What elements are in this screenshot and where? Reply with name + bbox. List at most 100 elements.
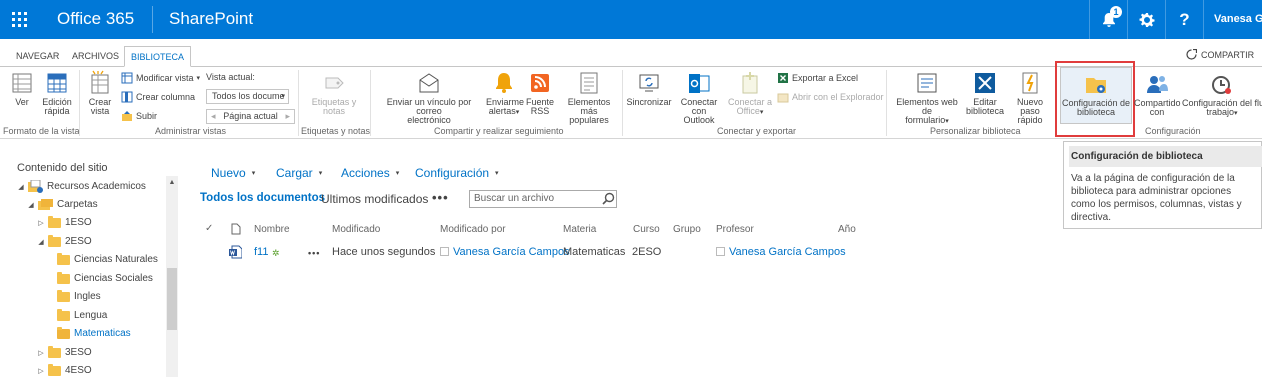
crear-columna-button[interactable]: Crear columna <box>121 91 195 103</box>
annotation-highlight-box <box>1055 61 1135 137</box>
search-icon[interactable] <box>602 192 615 205</box>
tree-item-label: Matematicas <box>74 328 131 339</box>
folder-icon <box>57 308 70 321</box>
tab-navegar[interactable]: NAVEGAR <box>10 46 65 67</box>
crear-vista-button[interactable]: Crear vista <box>85 70 115 116</box>
collapsed-arrow-icon[interactable]: ▷ <box>38 367 44 375</box>
waffle-icon <box>12 12 27 27</box>
configuracion-command[interactable]: Configuración ▾ <box>415 166 499 180</box>
expanded-arrow-icon[interactable]: ◢ <box>28 201 34 209</box>
current-page-label: Página actual <box>223 111 278 121</box>
alertas-label-2: alertas <box>488 106 516 116</box>
editar-biblioteca-button[interactable]: Editar biblioteca <box>966 70 1004 116</box>
sharepoint-title[interactable]: SharePoint <box>169 9 253 29</box>
current-view-select[interactable]: Todos los docume ▾ <box>206 89 289 104</box>
tree-item-label: Carpetas <box>57 199 98 210</box>
chevron-down-icon: ▾ <box>495 170 499 177</box>
prev-page-icon[interactable]: ◂ <box>211 110 216 123</box>
view-list-icon <box>12 73 32 93</box>
scroll-up-icon[interactable]: ▲ <box>166 179 178 186</box>
view-todos-documentos[interactable]: Todos los documentos <box>200 192 325 204</box>
profesor-link[interactable]: Vanesa García Campos <box>729 246 846 258</box>
tree-item-recursos[interactable]: ◢ Recursos Academicos <box>18 180 146 193</box>
app-launcher-button[interactable] <box>0 0 39 39</box>
next-page-icon[interactable]: ▸ <box>285 110 290 123</box>
expanded-arrow-icon[interactable]: ◢ <box>18 183 24 191</box>
tree-item-label: Lengua <box>74 310 108 321</box>
user-menu[interactable]: Vanesa Ga <box>1203 0 1262 39</box>
column-curso[interactable]: Curso <box>633 224 660 235</box>
select-all-checkmark[interactable]: ✓ <box>205 223 213 234</box>
tree-item-carpetas[interactable]: ◢ Carpetas <box>28 198 98 211</box>
elementos-populares-button[interactable]: Elementos más populares <box>558 70 620 125</box>
tree-item-1eso[interactable]: ▷ 1ESO <box>38 215 92 228</box>
help-button[interactable]: ? <box>1165 0 1203 39</box>
notifications-button[interactable]: 1 <box>1089 0 1127 39</box>
office365-link[interactable]: Office 365 <box>57 9 134 29</box>
collapsed-arrow-icon[interactable]: ▷ <box>38 219 44 227</box>
presence-indicator <box>440 247 449 256</box>
column-profesor[interactable]: Profesor <box>716 224 754 235</box>
nav-scrollbar-thumb[interactable] <box>167 268 177 330</box>
settings-button[interactable] <box>1127 0 1165 39</box>
expanded-arrow-icon[interactable]: ◢ <box>38 238 44 246</box>
subir-button[interactable]: Subir <box>121 110 157 122</box>
ver-button[interactable]: Ver <box>7 70 37 107</box>
site-contents-link[interactable]: Contenido del sitio <box>17 162 108 174</box>
column-grupo[interactable]: Grupo <box>673 224 701 235</box>
tree-item-matematicas[interactable]: Matematicas <box>57 326 131 339</box>
tab-archivos[interactable]: ARCHIVOS <box>66 46 125 67</box>
view-ultimos-modificados[interactable]: Ultimos modificados <box>321 192 428 206</box>
modificado-por-link[interactable]: Vanesa García Campos <box>453 246 570 258</box>
tree-item-ingles[interactable]: Ingles <box>57 289 101 302</box>
outlook-label-1: Conectar con <box>680 97 718 116</box>
etiquetas-notas-button[interactable]: Etiquetas y notas <box>308 70 360 116</box>
current-view-value: Todos los docume <box>212 91 285 101</box>
tree-item-label: Recursos Academicos <box>47 181 146 192</box>
column-materia[interactable]: Materia <box>563 224 596 235</box>
tree-item-lengua[interactable]: Lengua <box>57 308 108 321</box>
chevron-down-icon: ▾ <box>1234 110 1238 117</box>
edicion-rapida-button[interactable]: Edición rápida <box>41 70 73 116</box>
nuevo-command[interactable]: Nuevo ▾ <box>211 166 255 180</box>
tree-item-ciencias-sociales[interactable]: Ciencias Sociales <box>57 271 153 284</box>
column-modificado[interactable]: Modificado <box>332 224 380 235</box>
tree-item-4eso[interactable]: ▷ 4ESO <box>38 363 92 376</box>
fuente-rss-button[interactable]: Fuente RSS <box>525 70 555 116</box>
abrir-explorador-button[interactable]: Abrir con el Explorador <box>777 91 884 103</box>
enviarme-alertas-button[interactable]: Enviarme alertas▾ <box>486 70 524 117</box>
conectar-outlook-button[interactable]: Conectar con Outlook <box>673 70 725 125</box>
tree-item-label: Ingles <box>74 291 101 302</box>
tree-item-2eso[interactable]: ◢ 2ESO <box>38 234 92 247</box>
chevron-down-icon: ▾ <box>759 109 764 116</box>
file-name-link[interactable]: f11 <box>254 246 268 258</box>
item-menu-button[interactable]: ••• <box>308 248 320 258</box>
conectar-office-button[interactable]: Conectar a Office▾ <box>727 70 773 117</box>
compartido-con-button[interactable]: Compartido con <box>1134 71 1181 117</box>
tree-item-3eso[interactable]: ▷ 3ESO <box>38 345 92 358</box>
configuracion-flujo-button[interactable]: Configuración del flu trabajo▾ <box>1182 71 1262 118</box>
cargar-command[interactable]: Cargar ▾ <box>276 166 322 180</box>
collapsed-arrow-icon[interactable]: ▷ <box>38 349 44 357</box>
column-modificado-por[interactable]: Modificado por <box>440 224 506 235</box>
share-button[interactable]: COMPARTIR <box>1186 49 1254 60</box>
elementos-web-formulario-button[interactable]: Elementos web de formulario▾ <box>890 70 964 126</box>
modificar-vista-button[interactable]: Modificar vista ▾ <box>121 72 200 84</box>
cell-profesor[interactable]: Vanesa García Campos <box>716 246 846 258</box>
more-views-button[interactable]: ••• <box>432 190 449 205</box>
search-input[interactable]: Buscar un archivo <box>469 190 617 208</box>
sincronizar-button[interactable]: Sincronizar <box>626 70 672 107</box>
column-nombre[interactable]: Nombre <box>254 224 290 235</box>
tab-biblioteca[interactable]: BIBLIOTECA <box>124 46 192 67</box>
column-anio[interactable]: Año <box>838 224 856 235</box>
cell-modificado-por[interactable]: Vanesa García Campos <box>440 246 570 258</box>
tree-item-ciencias-naturales[interactable]: Ciencias Naturales <box>57 252 158 265</box>
quick-edit-icon <box>47 73 67 93</box>
acciones-command[interactable]: Acciones ▾ <box>341 166 399 180</box>
sincronizar-label: Sincronizar <box>626 97 672 107</box>
nuevo-paso-label-2: rápido <box>1017 115 1043 125</box>
exportar-excel-button[interactable]: Exportar a Excel <box>777 72 858 84</box>
enviar-vinculo-button[interactable]: Enviar un vínculo por correo electrónico <box>374 70 484 125</box>
nuevo-paso-rapido-button[interactable]: Nuevo paso rápido <box>1006 70 1054 125</box>
vista-actual-label: Vista actual: <box>206 72 255 82</box>
